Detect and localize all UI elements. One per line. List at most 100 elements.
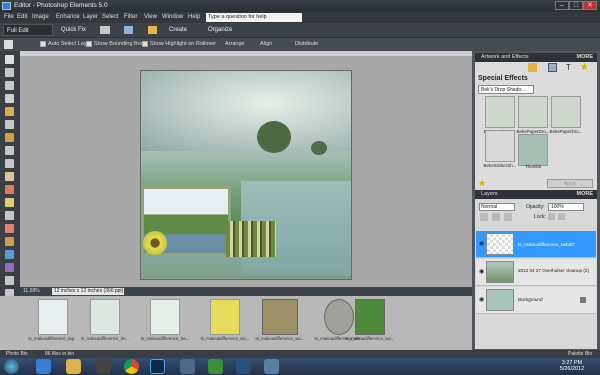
menu-enhance[interactable]: Enhance <box>56 14 80 20</box>
menu-layer[interactable]: Layer <box>83 14 98 20</box>
layer-name: ts_makeadifference_swbl07 <box>518 242 575 247</box>
bin-thumbnail[interactable] <box>324 299 354 335</box>
apply-button[interactable]: Apply <box>547 179 593 188</box>
opacity-input[interactable]: 100% <box>548 203 584 211</box>
quick-fix-tab[interactable]: Quick Fix <box>58 24 89 36</box>
lock-all-icon[interactable] <box>558 213 565 220</box>
favorites-star-icon[interactable]: ★ <box>580 62 589 73</box>
create-button[interactable]: Create <box>166 24 190 36</box>
auto-select-option[interactable]: Auto Select Layer <box>40 40 91 48</box>
share-icon[interactable] <box>124 26 133 34</box>
photo-effects-icon[interactable] <box>528 63 537 72</box>
menu-select[interactable]: Select <box>102 14 119 20</box>
menu-window[interactable]: Window <box>162 14 183 20</box>
bin-thumbnail[interactable] <box>355 299 385 335</box>
menu-view[interactable]: View <box>144 14 157 20</box>
effect-category-select[interactable]: Bek's Drop Shado... <box>478 85 534 94</box>
start-button-icon[interactable] <box>4 359 19 374</box>
menu-file[interactable]: File <box>4 14 14 20</box>
elements-editor-icon[interactable] <box>264 359 279 374</box>
marquee-tool-icon[interactable] <box>5 107 14 116</box>
file-explorer-icon[interactable] <box>66 359 81 374</box>
hand-tool-icon[interactable] <box>5 81 14 90</box>
text-effects-icon[interactable]: T <box>564 63 573 72</box>
bin-thumbnail[interactable] <box>150 299 180 335</box>
bin-thumbnail[interactable] <box>38 299 68 335</box>
word-app-icon[interactable] <box>236 359 251 374</box>
minimize-button[interactable]: – <box>555 1 569 10</box>
lasso-tool-icon[interactable] <box>5 120 14 129</box>
photoshop-icon[interactable] <box>150 359 165 374</box>
ribbon-embellishment[interactable] <box>226 221 276 257</box>
media-player-icon[interactable] <box>96 359 111 374</box>
menu-image[interactable]: Image <box>32 14 49 20</box>
bin-thumbnail[interactable] <box>262 299 298 335</box>
arrange-dropdown[interactable]: Arrange <box>225 40 245 48</box>
effect-thumbnail[interactable] <box>485 130 515 162</box>
eye-visibility-icon[interactable]: ◉ <box>479 240 484 247</box>
auto-select-checkbox[interactable] <box>40 40 46 47</box>
scrapbook-canvas[interactable] <box>140 70 352 280</box>
lock-transparency-icon[interactable] <box>548 213 555 220</box>
bin-thumbnail[interactable] <box>90 299 120 335</box>
close-button[interactable]: ✕ <box>583 1 597 10</box>
highlight-option[interactable]: Show Highlight on Rollover <box>142 40 216 48</box>
delete-layer-icon[interactable] <box>504 213 512 221</box>
effect-thumbnail[interactable] <box>518 96 548 128</box>
distribute-dropdown[interactable]: Distribute <box>295 40 318 48</box>
maximize-button[interactable]: □ <box>569 1 583 10</box>
full-edit-tab[interactable]: Full Edit <box>3 24 53 36</box>
adjustment-layer-icon[interactable] <box>492 213 500 221</box>
magic-wand-tool-icon[interactable] <box>5 133 14 142</box>
tree-image <box>257 121 291 153</box>
bin-thumbnail[interactable] <box>210 299 240 335</box>
healing-tool-icon[interactable] <box>5 198 14 207</box>
paint-bucket-tool-icon[interactable] <box>5 250 14 259</box>
effect-thumbnail[interactable] <box>518 134 548 166</box>
organize-button[interactable]: Organize <box>205 24 235 36</box>
crop-tool-icon[interactable] <box>5 159 14 168</box>
favorite-star-icon[interactable]: ★ <box>478 178 486 189</box>
bounding-box-option[interactable]: Show Bounding Box <box>86 40 144 48</box>
help-search-input[interactable]: Type a question for help <box>206 13 302 22</box>
system-clock[interactable]: 3:27 PM 5/26/2012 <box>548 360 596 372</box>
new-layer-icon[interactable] <box>480 213 488 221</box>
layers-panel-header[interactable]: Layers MORE <box>475 190 597 199</box>
align-dropdown[interactable]: Align <box>260 40 272 48</box>
camera-app-icon[interactable] <box>180 359 195 374</box>
bin-footer: Photo Bin 86 files in bin <box>0 350 472 358</box>
red-eye-tool-icon[interactable] <box>5 185 14 194</box>
palette-bin-toggle[interactable]: Palette Bin <box>568 351 592 357</box>
gradient-tool-icon[interactable] <box>5 263 14 272</box>
highlight-checkbox[interactable] <box>142 40 148 47</box>
layers-more-button[interactable]: MORE <box>577 190 594 199</box>
eye-visibility-icon[interactable]: ◉ <box>479 296 484 303</box>
artwork-panel-header[interactable]: Artwork and Effects MORE <box>475 53 597 62</box>
effect-thumbnail[interactable] <box>485 96 515 128</box>
zoom-tool-icon[interactable] <box>5 68 14 77</box>
photo-bin-toggle[interactable]: Photo Bin <box>6 351 28 357</box>
text-tool-icon[interactable] <box>5 146 14 155</box>
filters-icon[interactable] <box>548 63 557 72</box>
clone-stamp-tool-icon[interactable] <box>5 211 14 220</box>
print-icon[interactable] <box>100 26 110 34</box>
artwork-more-button[interactable]: MORE <box>577 53 594 62</box>
chrome-icon[interactable] <box>124 359 139 374</box>
menu-edit[interactable]: Edit <box>17 14 27 20</box>
eraser-tool-icon[interactable] <box>5 224 14 233</box>
effect-thumbnail[interactable] <box>551 96 581 128</box>
eye-visibility-icon[interactable]: ◉ <box>479 268 484 275</box>
shape-tool-icon[interactable] <box>5 276 14 285</box>
menu-help[interactable]: Help <box>188 14 200 20</box>
cookie-cutter-tool-icon[interactable] <box>5 172 14 181</box>
brush-tool-icon[interactable] <box>5 237 14 246</box>
messenger-icon[interactable] <box>208 359 223 374</box>
bounding-box-checkbox[interactable] <box>86 40 92 47</box>
blend-mode-select[interactable]: Normal <box>479 203 515 211</box>
move-tool-icon[interactable] <box>5 55 14 64</box>
order-prints-icon[interactable] <box>148 26 157 34</box>
menu-filter[interactable]: Filter <box>124 14 137 20</box>
flower-embellishment[interactable] <box>143 231 167 255</box>
eyedropper-tool-icon[interactable] <box>5 94 14 103</box>
ie-browser-icon[interactable] <box>36 359 51 374</box>
